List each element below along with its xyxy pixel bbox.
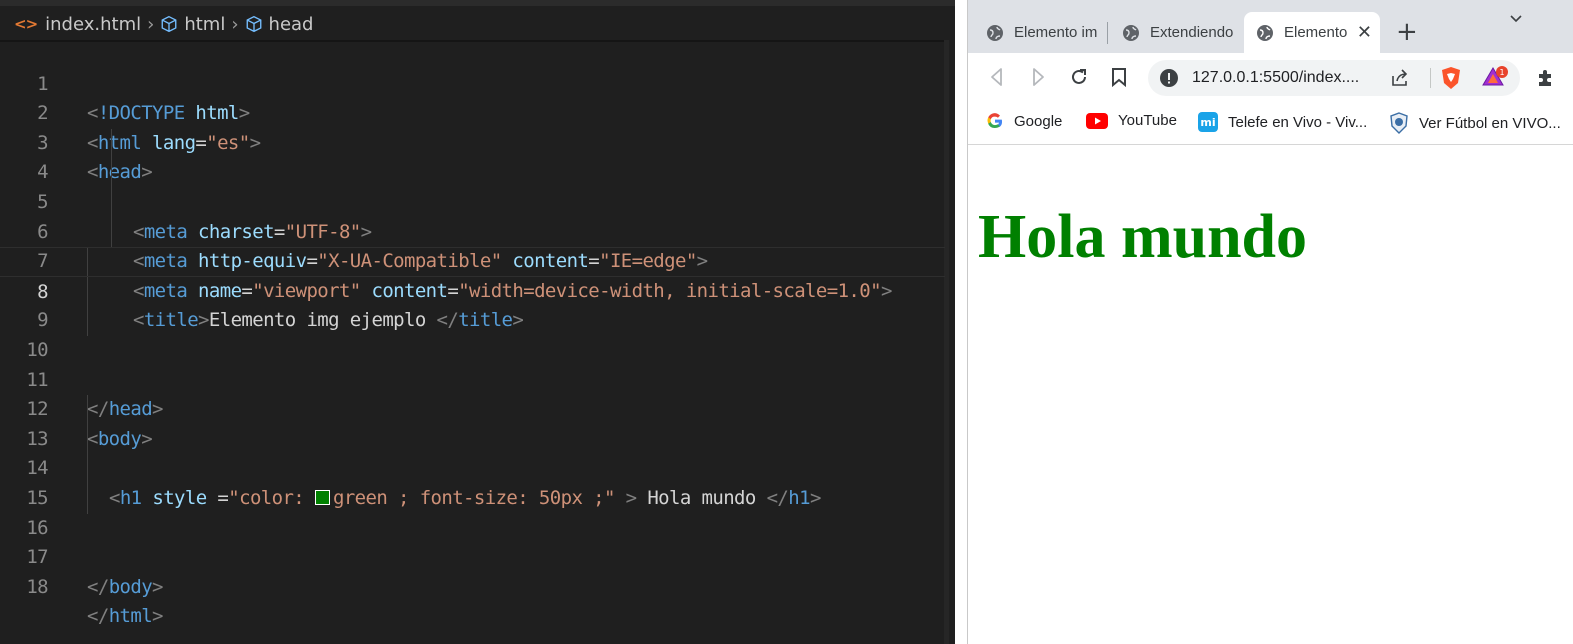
bookmark-telefe[interactable]: mi Telefe en Vivo - Viv... — [1198, 112, 1367, 132]
bookmark-youtube[interactable]: YouTube — [1086, 112, 1177, 129]
svg-text:mi: mi — [1200, 116, 1215, 129]
tab-label: Extendiendo — [1150, 24, 1234, 41]
indent-guide — [87, 248, 88, 276]
bookmark-label: YouTube — [1118, 112, 1177, 129]
google-icon — [987, 113, 1003, 129]
youtube-icon — [1086, 112, 1108, 129]
browser-window: Elemento im Extendiendo Elemento ✕ + 127… — [967, 0, 1573, 644]
new-tab-button[interactable]: + — [1396, 18, 1418, 46]
mi-icon: mi — [1198, 112, 1218, 132]
brave-shield-icon[interactable] — [1440, 66, 1462, 90]
code-line[interactable]: 1 <!DOCTYPE html> — [0, 40, 945, 125]
code-line[interactable]: 18 </html> — [0, 543, 945, 628]
bookmark-google[interactable]: Google — [986, 112, 1062, 130]
code-line[interactable]: 13 <h1 style ="color: green ; font-size:… — [0, 395, 945, 509]
page-viewport: Hola mundo — [968, 146, 1573, 644]
bookmark-label: Ver Fútbol en VIVO... — [1419, 114, 1561, 132]
code-line[interactable]: 9 — [0, 276, 945, 331]
breadcrumb-head[interactable]: head — [245, 13, 314, 35]
tab-elemento-img[interactable]: Elemento im — [968, 12, 1104, 53]
bookmark-icon[interactable] — [1111, 67, 1127, 87]
shield-icon — [1390, 112, 1408, 134]
line-number: 18 — [26, 575, 48, 598]
bookmarks-bar: Google YouTube mi Telefe en Vivo - Viv..… — [968, 103, 1573, 145]
indent-guide — [87, 483, 88, 514]
code-line[interactable]: 15 — [0, 454, 945, 509]
code-line[interactable]: 5 <meta http-equiv="X-UA-Compatible" con… — [0, 158, 945, 272]
code-line[interactable]: 6 <meta name="viewport" content="width=d… — [0, 187, 945, 302]
omnibox-divider — [1430, 68, 1431, 88]
code-line[interactable]: 2 <html lang="es"> — [0, 70, 945, 154]
breadcrumb-file[interactable]: <> index.html — [14, 14, 141, 35]
code-line[interactable]: 17 </body> — [0, 514, 945, 598]
extensions-icon[interactable] — [1535, 67, 1557, 89]
tab-label: Elemento im — [1014, 24, 1098, 41]
code-editor: <> index.html › html › head 1 <!DOCTYPE … — [0, 0, 955, 644]
indent-guide — [87, 276, 88, 307]
window-divider — [955, 0, 967, 644]
breadcrumb: <> index.html › html › head — [14, 11, 313, 37]
code-line[interactable]: 12 <body> — [0, 366, 945, 450]
code-line[interactable]: 14 — [0, 424, 945, 479]
bookmark-label: Google — [1014, 112, 1063, 130]
tab-strip: Elemento im Extendiendo Elemento ✕ + — [968, 0, 1573, 53]
address-bar[interactable]: 127.0.0.1:5500/index.... 1 — [1148, 60, 1520, 96]
code-line[interactable]: 4 <meta charset="UTF-8"> — [0, 128, 945, 243]
close-icon[interactable]: ✕ — [1357, 22, 1372, 42]
chevron-right-icon: › — [231, 13, 239, 35]
code-line[interactable]: 16 — [0, 483, 945, 539]
indent-guide — [87, 424, 88, 455]
breadcrumb-head-label: head — [268, 13, 314, 35]
bookmark-label: Telefe en Vivo - Viv... — [1228, 113, 1368, 131]
code-line[interactable]: 10 — [0, 306, 945, 361]
share-icon[interactable] — [1390, 68, 1410, 88]
cube-icon — [246, 15, 261, 33]
globe-icon — [987, 24, 1003, 41]
code-text: </body> — [87, 575, 163, 598]
breadcrumb-file-label: index.html — [45, 13, 142, 35]
bookmark-futbol[interactable]: Ver Fútbol en VIVO... — [1389, 112, 1561, 134]
globe-icon — [1257, 24, 1273, 41]
indent-guide — [111, 187, 112, 218]
forward-icon[interactable] — [1029, 67, 1047, 87]
url-text[interactable]: 127.0.0.1:5500/index.... — [1192, 69, 1359, 87]
indent-guide — [87, 454, 88, 484]
back-icon[interactable] — [988, 67, 1006, 87]
cube-icon — [161, 15, 177, 33]
info-icon[interactable] — [1160, 69, 1178, 87]
indent-guide — [87, 306, 88, 336]
page-heading: Hola mundo — [978, 203, 1308, 271]
browser-toolbar: 127.0.0.1:5500/index.... 1 — [968, 53, 1573, 103]
tab-label: Elemento — [1284, 24, 1348, 41]
reload-icon[interactable] — [1069, 67, 1089, 87]
tab-extendiendo[interactable]: Extendiendo — [1104, 12, 1240, 53]
svg-text:1: 1 — [1499, 68, 1504, 77]
breadcrumb-html-label: html — [184, 13, 226, 35]
indent-guide — [111, 217, 112, 248]
editor-tab-strip — [0, 0, 955, 6]
code-line[interactable]: 7 <title>Elemento img ejemplo </title> — [0, 217, 945, 331]
brave-rewards-icon[interactable]: 1 — [1482, 65, 1508, 89]
indent-guide — [111, 128, 112, 159]
html-file-icon: <> — [14, 15, 38, 33]
code-line[interactable]: 11 </head> — [0, 336, 945, 421]
code-line[interactable]: 3 <head> — [0, 99, 945, 184]
globe-icon — [1123, 24, 1139, 41]
indent-guide — [111, 158, 112, 188]
breadcrumb-html[interactable]: html — [160, 14, 225, 35]
code-line-current[interactable]: 8 — [0, 247, 945, 303]
chevron-right-icon: › — [147, 13, 155, 35]
tab-elemento-active[interactable]: Elemento ✕ — [1244, 12, 1380, 53]
code-text: </html> — [87, 605, 163, 628]
indent-guide — [87, 395, 88, 425]
chevron-down-icon[interactable] — [1508, 11, 1524, 27]
code-area[interactable]: 1 <!DOCTYPE html> 2 <html lang="es"> 3 <… — [0, 40, 945, 628]
